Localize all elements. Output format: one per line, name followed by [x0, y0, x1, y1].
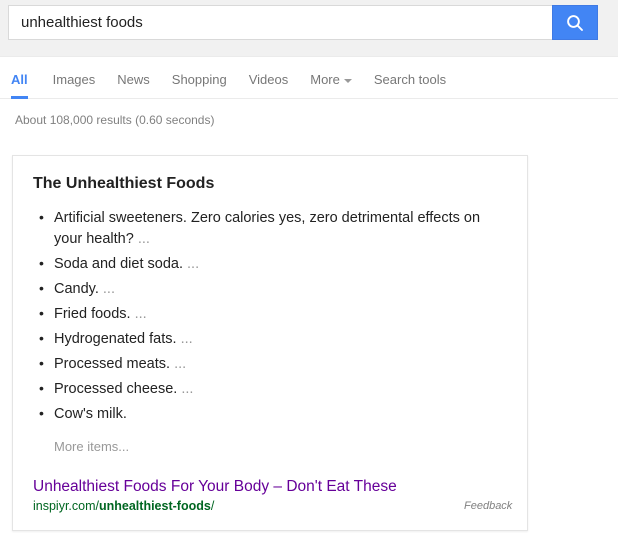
- tab-all-label: All: [11, 72, 28, 87]
- answer-source-title-link[interactable]: Unhealthiest Foods For Your Body – Don't…: [33, 477, 507, 497]
- list-item-text: Fried foods.: [54, 306, 131, 322]
- list-item: Artificial sweeteners. Zero calories yes…: [33, 207, 507, 250]
- tab-shopping-label: Shopping: [171, 72, 227, 87]
- list-item-text: Candy.: [54, 281, 99, 297]
- tab-news[interactable]: News: [117, 57, 162, 88]
- url-suffix: /: [210, 499, 215, 513]
- tab-all[interactable]: All: [11, 57, 40, 99]
- list-item: Fried foods. ...: [33, 303, 507, 325]
- list-item-text: Processed meats.: [54, 356, 171, 372]
- tab-images[interactable]: Images: [53, 57, 108, 88]
- search-bar: [8, 5, 598, 40]
- search-nav-tabs: All Images News Shopping Videos More Sea…: [0, 57, 618, 99]
- tab-search-tools[interactable]: Search tools: [374, 57, 458, 88]
- url-bold: unhealthiest-foods: [99, 499, 211, 513]
- list-item: Processed cheese. ...: [33, 378, 507, 400]
- list-item-text: Processed cheese.: [54, 381, 178, 397]
- list-item-ellipsis: ...: [137, 231, 150, 247]
- answer-card: The Unhealthiest Foods Artificial sweete…: [12, 155, 528, 531]
- list-item-text: Hydrogenated fats.: [54, 331, 177, 347]
- list-item-ellipsis: ...: [187, 256, 200, 272]
- list-item-text: Artificial sweeteners. Zero calories yes…: [54, 210, 481, 247]
- tab-images-label: Images: [52, 72, 96, 87]
- answer-source-url: inspiyr.com/unhealthiest-foods/: [33, 499, 507, 514]
- list-item: Soda and diet soda. ...: [33, 253, 507, 275]
- tab-videos-label: Videos: [248, 72, 289, 87]
- tab-videos[interactable]: Videos: [249, 57, 301, 88]
- search-button[interactable]: [552, 5, 598, 40]
- list-item: Processed meats. ...: [33, 353, 507, 375]
- answer-card-title: The Unhealthiest Foods: [33, 175, 215, 192]
- list-item-ellipsis: ...: [102, 281, 115, 297]
- tab-shopping[interactable]: Shopping: [172, 57, 239, 88]
- result-stats: About 108,000 results (0.60 seconds): [15, 113, 215, 127]
- tab-more-label: More: [310, 72, 340, 87]
- list-item: Candy. ...: [33, 278, 507, 300]
- list-item-ellipsis: ...: [181, 381, 194, 397]
- feedback-link[interactable]: Feedback: [464, 500, 512, 512]
- tab-search-tools-label: Search tools: [373, 72, 447, 87]
- list-item: Hydrogenated fats. ...: [33, 328, 507, 350]
- chevron-down-icon: [343, 78, 352, 83]
- search-header: [0, 0, 618, 57]
- more-items-link[interactable]: More items...: [54, 439, 507, 455]
- answer-card-list: Artificial sweeteners. Zero calories yes…: [33, 207, 507, 425]
- list-item-text: Cow's milk.: [54, 406, 127, 422]
- tab-more[interactable]: More: [310, 57, 364, 88]
- list-item-text: Soda and diet soda.: [54, 256, 183, 272]
- tab-news-label: News: [117, 72, 150, 87]
- list-item-ellipsis: ...: [134, 306, 147, 322]
- list-item-ellipsis: ...: [180, 331, 193, 347]
- url-prefix: inspiyr.com/: [33, 499, 99, 513]
- list-item: Cow's milk.: [33, 403, 507, 425]
- list-item-ellipsis: ...: [174, 356, 187, 372]
- search-input[interactable]: [8, 5, 552, 40]
- search-icon: [565, 13, 585, 33]
